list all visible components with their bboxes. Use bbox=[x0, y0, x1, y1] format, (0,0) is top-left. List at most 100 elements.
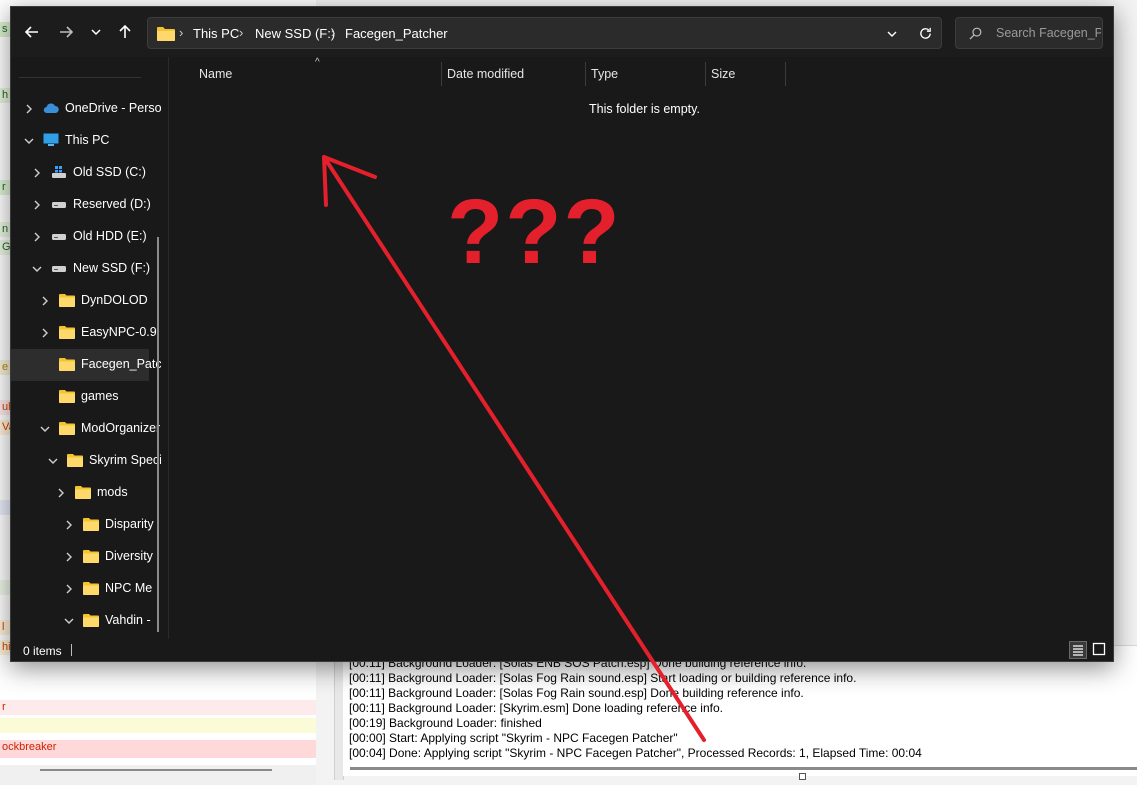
chevron-right-icon[interactable] bbox=[23, 102, 35, 114]
nav-pane-scrollbar[interactable] bbox=[157, 237, 159, 632]
empty-folder-message: This folder is empty. bbox=[589, 102, 700, 116]
navigation-pane: OneDrive - Personal This PC Old SSD (C:) Re… bbox=[11, 57, 161, 637]
nav-tree-label: New SSD (F:) bbox=[73, 261, 151, 275]
column-header-size[interactable]: Size bbox=[711, 67, 735, 81]
chevron-right-icon[interactable] bbox=[31, 230, 43, 242]
chevron-down-icon[interactable] bbox=[886, 28, 898, 40]
resize-handle[interactable] bbox=[799, 773, 806, 780]
chevron-down-icon[interactable] bbox=[47, 454, 59, 466]
folder-icon bbox=[59, 421, 75, 435]
back-arrow-icon bbox=[24, 26, 38, 38]
message-log-panel: [00:11] Background Loader: [Solas ENB SO… bbox=[343, 645, 1137, 776]
refresh-icon[interactable] bbox=[918, 26, 933, 41]
nav-tree-item[interactable]: Disparity bbox=[11, 509, 161, 541]
folder-icon bbox=[83, 613, 99, 627]
folder-icon bbox=[83, 549, 99, 563]
nav-tree-label: Skyrim Special bbox=[89, 453, 161, 467]
nav-tree-label: games bbox=[81, 389, 119, 403]
folder-icon bbox=[59, 325, 75, 339]
nav-tree-item[interactable]: mods bbox=[11, 477, 161, 509]
forward-button[interactable] bbox=[54, 20, 78, 44]
column-header-type[interactable]: Type bbox=[591, 67, 618, 81]
nav-tree-label: ModOrganizer bbox=[81, 421, 161, 435]
breadcrumb-separator[interactable]: › bbox=[179, 25, 183, 40]
background-hscrollbar[interactable] bbox=[0, 765, 316, 785]
chevron-right-icon[interactable] bbox=[55, 486, 67, 498]
column-separator[interactable] bbox=[585, 62, 586, 86]
breadcrumb-drive[interactable]: New SSD (F:) bbox=[255, 26, 335, 41]
nav-tree-label: EasyNPC-0.9 bbox=[81, 325, 157, 339]
chevron-right-icon[interactable] bbox=[63, 582, 75, 594]
nav-tree-item[interactable]: Old SSD (C:) bbox=[11, 157, 161, 189]
drive-icon bbox=[51, 261, 67, 275]
drive-icon bbox=[51, 197, 67, 211]
item-count: 0 items bbox=[23, 644, 62, 658]
folder-icon bbox=[157, 27, 175, 41]
chevron-down-icon[interactable] bbox=[63, 614, 75, 626]
nav-tree-item[interactable]: OneDrive - Personal bbox=[11, 93, 161, 125]
nav-tree-item[interactable]: New SSD (F:) bbox=[11, 253, 161, 285]
large-icons-view-icon bbox=[1092, 642, 1106, 656]
folder-icon bbox=[59, 357, 75, 371]
background-hscrollbar-thumb[interactable] bbox=[40, 769, 272, 771]
nav-tree-item[interactable]: Facegen_Patcher bbox=[11, 349, 161, 381]
column-separator[interactable] bbox=[785, 62, 786, 86]
chevron-right-icon[interactable] bbox=[31, 166, 43, 178]
nav-tree-item[interactable]: Skyrim Special bbox=[11, 445, 161, 477]
column-separator[interactable] bbox=[441, 62, 442, 86]
details-view-button[interactable] bbox=[1069, 641, 1087, 659]
forward-arrow-icon bbox=[60, 26, 74, 38]
chevron-right-icon[interactable] bbox=[63, 518, 75, 530]
address-bar[interactable]: › This PC › New SSD (F:) › Facegen_Patch… bbox=[147, 17, 942, 49]
nav-tree-item[interactable]: Old HDD (E:) bbox=[11, 221, 161, 253]
recent-locations-button[interactable] bbox=[84, 20, 108, 44]
up-button[interactable] bbox=[113, 20, 137, 44]
chevron-down-icon[interactable] bbox=[23, 134, 35, 146]
nav-tree-item[interactable]: DynDOLOD bbox=[11, 285, 161, 317]
sort-ascending-icon: ^ bbox=[315, 57, 320, 68]
nav-tree-label: Old SSD (C:) bbox=[73, 165, 146, 179]
chevron-down-icon[interactable] bbox=[39, 422, 51, 434]
nav-divider bbox=[19, 77, 141, 78]
nav-tree-item[interactable]: This PC bbox=[11, 125, 161, 157]
file-explorer-window: › This PC › New SSD (F:) › Facegen_Patch… bbox=[10, 6, 1114, 662]
log-hscrollbar[interactable] bbox=[350, 767, 1137, 770]
nav-tree-label: Old HDD (E:) bbox=[73, 229, 147, 243]
log-line: [00:11] Background Loader: [Skyrim.esm] … bbox=[349, 701, 723, 715]
chevron-right-icon[interactable] bbox=[31, 198, 43, 210]
background-list-row[interactable]: r bbox=[0, 700, 316, 715]
nav-tree-label: Reserved (D:) bbox=[73, 197, 151, 211]
folder-icon bbox=[83, 517, 99, 531]
nav-tree-item[interactable]: Vahdin - bbox=[11, 605, 161, 637]
background-list-row[interactable] bbox=[0, 718, 316, 733]
up-arrow-icon bbox=[119, 24, 131, 38]
column-header-date-modified[interactable]: Date modified bbox=[447, 67, 524, 81]
breadcrumb-this-pc[interactable]: This PC bbox=[193, 26, 239, 41]
log-line: [00:19] Background Loader: finished bbox=[349, 716, 542, 730]
column-header-name[interactable]: Name bbox=[199, 67, 232, 81]
log-line: [00:11] Background Loader: [Solas Fog Ra… bbox=[349, 671, 857, 685]
nav-tree-item[interactable]: Reserved (D:) bbox=[11, 189, 161, 221]
nav-tree-item[interactable]: NPC Me bbox=[11, 573, 161, 605]
breadcrumb-separator[interactable]: › bbox=[331, 25, 335, 40]
chevron-down-icon[interactable] bbox=[31, 262, 43, 274]
nav-tree-item[interactable]: Diversity bbox=[11, 541, 161, 573]
back-button[interactable] bbox=[20, 20, 44, 44]
chevron-right-icon[interactable] bbox=[63, 550, 75, 562]
nav-tree-item[interactable]: ModOrganizer bbox=[11, 413, 161, 445]
nav-tree-label: DynDOLOD bbox=[81, 293, 148, 307]
nav-tree-label: Vahdin - bbox=[105, 613, 151, 627]
column-separator[interactable] bbox=[705, 62, 706, 86]
folder-icon bbox=[59, 293, 75, 307]
nav-tree-item[interactable]: games bbox=[11, 381, 161, 413]
chevron-right-icon[interactable] bbox=[39, 326, 51, 338]
chevron-right-icon[interactable] bbox=[39, 294, 51, 306]
breadcrumb-separator[interactable]: › bbox=[239, 25, 243, 40]
search-input[interactable]: Search Facegen_P... bbox=[955, 17, 1103, 49]
large-icons-view-button[interactable] bbox=[1091, 641, 1109, 659]
nav-tree-label: NPC Me bbox=[105, 581, 153, 595]
breadcrumb-current-folder[interactable]: Facegen_Patcher bbox=[345, 26, 448, 41]
nav-tree-item[interactable]: EasyNPC-0.9 bbox=[11, 317, 161, 349]
background-list-row[interactable]: ockbreaker bbox=[0, 740, 316, 758]
annotation-question-marks: ??? bbox=[447, 181, 622, 283]
